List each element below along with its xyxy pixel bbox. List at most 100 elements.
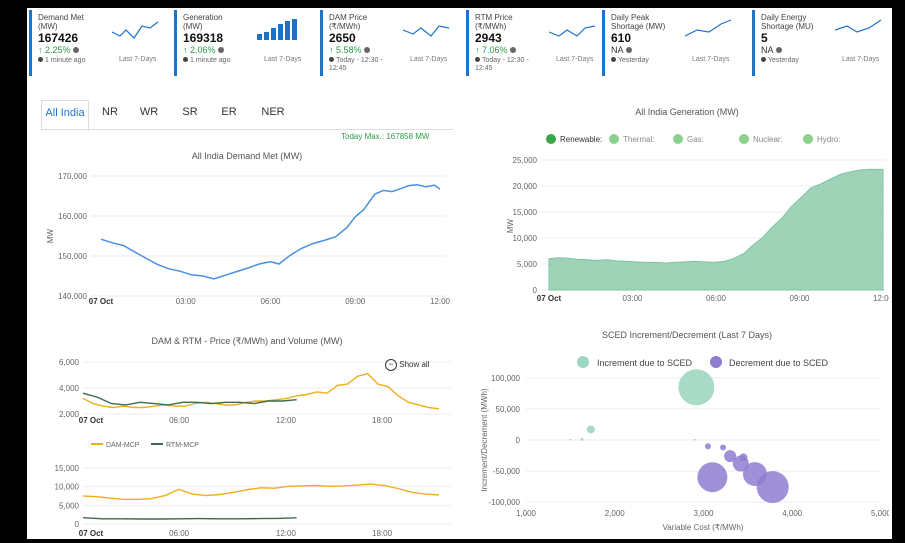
kpi-status: 1 minute ago (38, 57, 100, 65)
y-axis-label: MW (46, 228, 55, 243)
tab-ner[interactable]: NER (257, 100, 289, 130)
x-tick-label: 06:00 (169, 529, 190, 538)
tab-er[interactable]: ER (216, 100, 242, 130)
legend-item[interactable]: Hydro: (803, 134, 841, 144)
y-tick-label: 5,000 (59, 501, 80, 510)
legend-label: Nuclear: (753, 135, 783, 144)
x-tick-label: 1,000 (516, 509, 537, 518)
x-tick-label: 2,000 (605, 509, 626, 518)
x-tick-label: 06:00 (260, 297, 281, 306)
kpi-title: Demand Met (MW) (38, 13, 84, 31)
y-tick-label: 4,000 (59, 384, 80, 393)
zoom-button[interactable]: − Show all (385, 359, 429, 371)
rtm-price-line (82, 392, 297, 406)
decrement-bubble (724, 450, 737, 463)
kpi-value: 2943 (475, 31, 502, 45)
spark-bar (285, 21, 290, 40)
kpi-sparkline (112, 21, 159, 39)
y-tick-label: 100,000 (491, 374, 520, 383)
y-tick-label: 6,000 (59, 358, 80, 367)
kpi-last7-link[interactable]: Last 7-Days (556, 56, 593, 63)
x-tick-label: 06:00 (706, 294, 727, 303)
kpi-delta: NA (611, 45, 632, 55)
spark-bar (292, 19, 297, 40)
kpi-value: 5 (761, 31, 768, 45)
kpi-last7-link[interactable]: Last 7-Days (264, 56, 301, 63)
legend-item[interactable]: Gas: (673, 134, 704, 144)
demand-met-chart: All India Demand Met (MW) 140,000 150,000 1… (46, 151, 451, 306)
generation-chart: All India Generation (MW) Renewable: Therm… (506, 107, 889, 303)
spark-bar (257, 34, 262, 40)
kpi-value: 169318 (183, 31, 224, 45)
y-tick-label: -50,000 (493, 467, 521, 476)
spark-bar (264, 32, 269, 40)
today-max-label: Today Max.: 167858 MW (341, 132, 430, 141)
kpi-last7-link[interactable]: Last 7-Days (692, 56, 729, 63)
kpi-last7-link[interactable]: Last 7-Days (119, 56, 156, 63)
clock-icon (183, 57, 188, 62)
x-tick-label: 18:00 (372, 529, 393, 538)
x-tick-label: 07 Oct (537, 294, 562, 303)
kpi-sparkline (685, 19, 732, 37)
dashboard-frame: Demand Met (MW) 167426 ↑ 2.25% 1 minute ag… (27, 8, 892, 539)
y-axis-label: MW (506, 218, 515, 233)
sced-chart: SCED Increment/Decrement (Last 7 Days) In… (480, 330, 889, 532)
chart-title: All India Generation (MW) (635, 107, 739, 117)
y-tick-label: 25,000 (513, 156, 538, 165)
cross-icon (803, 134, 813, 144)
legend-label: Renewable: (560, 135, 602, 144)
legend-item[interactable]: Thermal: (609, 134, 655, 144)
x-tick-label: 4,000 (782, 509, 803, 518)
legend-label: Thermal: (623, 135, 655, 144)
legend-label: Hydro: (817, 135, 841, 144)
increment-bubble (693, 438, 696, 441)
kpi-status: Yesterday (761, 57, 823, 65)
x-tick-label: 07 Oct (79, 529, 104, 538)
increment-bubble (569, 438, 572, 441)
kpi-last7-link[interactable]: Last 7-Days (842, 56, 879, 63)
clock-icon (475, 57, 480, 62)
y-tick-label: 10,000 (513, 234, 538, 243)
kpi-value: 610 (611, 31, 632, 45)
info-icon (218, 47, 225, 53)
kpi-sparkline (257, 19, 297, 40)
kpi-card[interactable]: Generation (MW) 169318 ↑ 2.06% 1 minute ag… (174, 10, 313, 76)
kpi-delta: ↑ 2.06% (183, 45, 225, 55)
cross-icon (609, 134, 619, 144)
kpi-last7-link[interactable]: Last 7-Days (410, 56, 447, 63)
tab-nr[interactable]: NR (97, 100, 123, 130)
kpi-delta: NA (761, 45, 782, 55)
x-tick-label: 12:00 (430, 297, 451, 306)
increment-bubble (586, 425, 595, 434)
kpi-card[interactable]: Daily Peak Shortage (MW) 610 NA Yesterday L… (602, 10, 741, 76)
clock-icon (38, 57, 43, 62)
kpi-card[interactable]: RTM Price (₹/MWh) 2943 ↑ 7.06% Today - 12:… (466, 10, 605, 76)
legend-item[interactable]: Nuclear: (739, 134, 783, 144)
kpi-card[interactable]: Daily Energy Shortage (MU) 5 NA Yesterday L… (752, 10, 891, 76)
spark-bar (271, 28, 276, 40)
x-tick-label: 07 Oct (89, 297, 114, 306)
info-icon (775, 47, 782, 53)
tab-all-india[interactable]: All India (41, 100, 89, 131)
decrement-bubble (739, 453, 748, 462)
increment-bubble (678, 369, 715, 406)
x-tick-label: 03:00 (176, 297, 197, 306)
kpi-title: Daily Peak Shortage (MW) (611, 13, 666, 31)
y-tick-label: 50,000 (496, 405, 521, 414)
spark-line (835, 19, 882, 33)
zoom-out-icon: − (385, 359, 397, 371)
kpi-card[interactable]: DAM Price (₹/MWh) 2650 ↑ 5.58% Today - 12:… (320, 10, 459, 76)
legend-label: DAM-MCP (106, 442, 140, 449)
kpi-value: 167426 (38, 31, 79, 45)
tab-sr[interactable]: SR (177, 100, 203, 130)
kpi-card[interactable]: Demand Met (MW) 167426 ↑ 2.25% 1 minute ag… (29, 10, 168, 76)
y-tick-label: 160,000 (58, 212, 87, 221)
y-axis-label: Increment/Decrement (MWh) (480, 388, 489, 491)
x-tick-label: 03:00 (622, 294, 643, 303)
kpi-status: Today - 12:30 - 12:45 (475, 57, 529, 72)
legend-item[interactable]: Renewable: (546, 134, 602, 144)
y-tick-label: 0 (75, 520, 80, 529)
x-tick-label: 3,000 (693, 509, 714, 518)
legend-label: Gas: (687, 135, 704, 144)
tab-wr[interactable]: WR (136, 100, 162, 130)
